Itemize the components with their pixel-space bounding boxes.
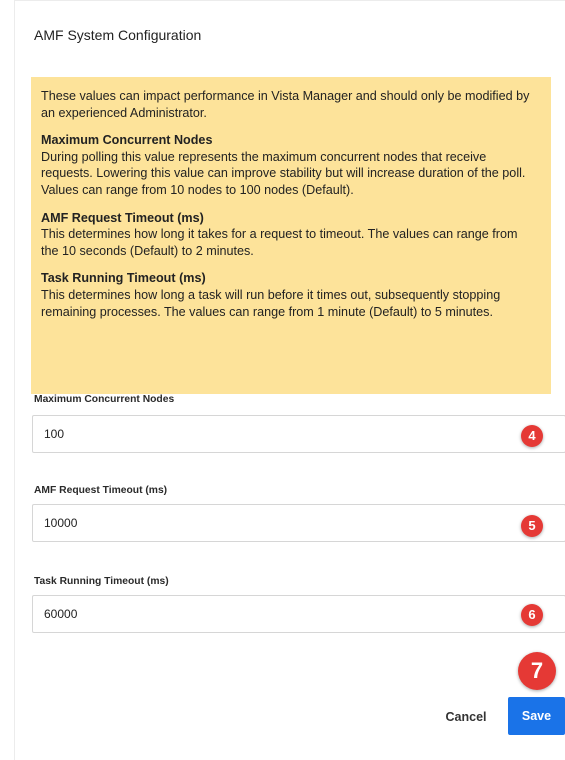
info-heading: Maximum Concurrent Nodes bbox=[41, 133, 213, 148]
info-heading: Task Running Timeout (ms) bbox=[41, 271, 206, 286]
task-running-timeout-input[interactable] bbox=[32, 595, 565, 633]
info-body: This determines how long a task will run… bbox=[41, 287, 501, 319]
max-concurrent-nodes-label: Maximum Concurrent Nodes bbox=[34, 394, 175, 405]
max-concurrent-nodes-input[interactable] bbox=[32, 415, 565, 453]
amf-config-panel: AMF System Configuration These values ca… bbox=[14, 0, 565, 760]
step-badge-7: 7 bbox=[518, 652, 556, 690]
step-badge-4: 4 bbox=[521, 425, 543, 447]
info-body: During polling this value represents the… bbox=[41, 149, 526, 197]
step-badge-6: 6 bbox=[521, 604, 543, 626]
amf-request-timeout-input[interactable] bbox=[32, 504, 565, 542]
step-badge-5: 5 bbox=[521, 515, 543, 537]
info-section-max-nodes: Maximum Concurrent Nodes During polling … bbox=[41, 132, 537, 198]
task-running-timeout-label: Task Running Timeout (ms) bbox=[34, 576, 169, 587]
cancel-button[interactable]: Cancel bbox=[426, 703, 506, 731]
info-box: These values can impact performance in V… bbox=[31, 77, 551, 394]
info-section-request-timeout: AMF Request Timeout (ms) This determines… bbox=[41, 210, 537, 260]
save-button[interactable]: Save bbox=[508, 697, 565, 735]
info-heading: AMF Request Timeout (ms) bbox=[41, 210, 204, 225]
info-intro: These values can impact performance in V… bbox=[41, 89, 530, 120]
info-section-task-timeout: Task Running Timeout (ms) This determine… bbox=[41, 270, 537, 320]
amf-request-timeout-label: AMF Request Timeout (ms) bbox=[34, 485, 168, 496]
dialog-title: AMF System Configuration bbox=[34, 27, 202, 43]
info-body: This determines how long it takes for a … bbox=[41, 227, 518, 258]
